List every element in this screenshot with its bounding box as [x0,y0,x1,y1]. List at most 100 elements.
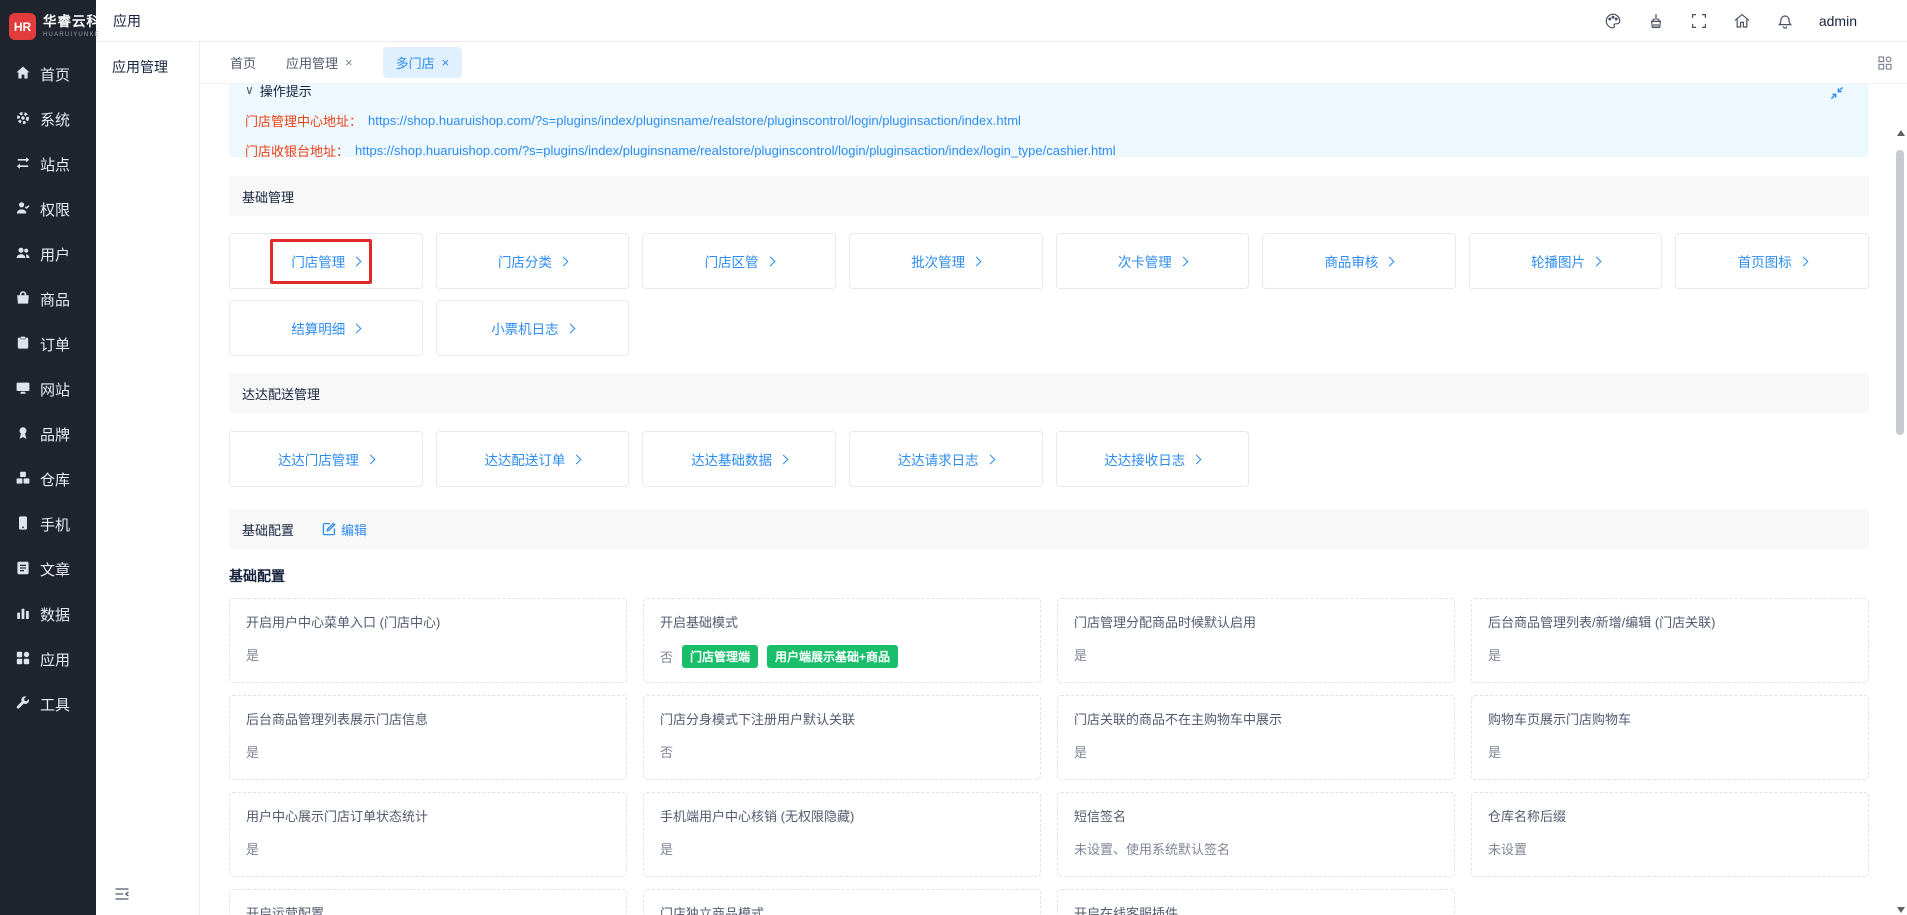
sidebar-item-label: 数据 [40,604,70,625]
sidebar-item-permission[interactable]: 权限 [0,187,96,232]
chevron-right-icon [352,323,362,333]
config-value: 否 [660,742,1024,761]
sidebar-item-data[interactable]: 数据 [0,592,96,637]
collapse-panel-icon[interactable] [1829,85,1845,101]
chevron-right-icon [352,256,362,266]
chevron-right-icon [985,454,995,464]
username[interactable]: admin [1819,13,1857,29]
sidebar-item-label: 订单 [40,334,70,355]
sidebar-item-site[interactable]: 站点 [0,142,96,187]
sidebar-item-website[interactable]: 网站 [0,367,96,412]
fullscreen-icon[interactable] [1690,12,1708,30]
config-label: 用户中心展示门店订单状态统计 [246,806,610,825]
cashier-url-link[interactable]: https://shop.huaruishop.com/?s=plugins/i… [355,143,1116,158]
chevron-right-icon [1192,454,1202,464]
tab-app-management[interactable]: 应用管理 × [286,53,353,72]
card-batch-management[interactable]: 批次管理 [849,233,1043,289]
sidebar-item-home[interactable]: 首页 [0,52,96,97]
tip-line-label: 门店收银台地址： [245,141,349,160]
sidebar-item-article[interactable]: 文章 [0,547,96,592]
card-label: 轮播图片 [1531,251,1585,271]
card-label: 达达配送订单 [484,449,565,469]
phone-icon [15,515,31,535]
card-store-district[interactable]: 门店区管 [642,233,836,289]
edit-pencil-icon [322,522,336,536]
card-carousel-images[interactable]: 轮播图片 [1469,233,1663,289]
clear-cache-icon[interactable] [1647,12,1665,30]
store-admin-url-link[interactable]: https://shop.huaruishop.com/?s=plugins/i… [368,113,1021,128]
sidebar-item-label: 首页 [40,64,70,85]
card-label: 商品审核 [1324,251,1378,271]
card-goods-audit[interactable]: 商品审核 [1262,233,1456,289]
basic-management-grid-row2: 结算明细 小票机日志 [229,300,1869,356]
scroll-down-arrow[interactable] [1897,907,1905,913]
sidebar-item-mobile[interactable]: 手机 [0,502,96,547]
card-label: 次卡管理 [1118,251,1172,271]
config-card: 购物车页展示门店购物车 是 [1471,695,1869,780]
brand-logo[interactable]: HR 华睿云科 HUARUIYUNKE [0,0,96,52]
config-value: 未设置 [1488,839,1852,858]
section-title: 基础管理 [242,187,294,206]
tip-line-label: 门店管理中心地址： [245,111,362,130]
sidebar-item-users[interactable]: 用户 [0,232,96,277]
tab-home[interactable]: 首页 [230,53,256,72]
card-store-management[interactable]: 门店管理 [229,233,423,289]
home-shortcut-icon[interactable] [1733,12,1751,30]
close-icon[interactable]: × [442,55,450,70]
card-times-card-management[interactable]: 次卡管理 [1056,233,1250,289]
caret-down-icon: ∨ [245,84,254,97]
close-icon[interactable]: × [345,55,353,70]
collapse-menu-icon[interactable] [113,885,131,903]
config-value: 是 [1488,645,1852,664]
tab-label: 多门店 [396,53,435,72]
card-label: 批次管理 [911,251,965,271]
card-home-icons[interactable]: 首页图标 [1675,233,1869,289]
card-dada-request-log[interactable]: 达达请求日志 [849,431,1043,487]
card-dada-store-management[interactable]: 达达门店管理 [229,431,423,487]
config-label: 开启在线客服插件 [1074,903,1438,915]
theme-palette-icon[interactable] [1604,12,1622,30]
submenu-item-app-management[interactable]: 应用管理 [96,42,199,92]
scrollbar-thumb[interactable] [1896,150,1904,435]
config-label: 开启运营配置 [246,903,610,915]
card-store-category[interactable]: 门店分类 [436,233,630,289]
card-settlement-detail[interactable]: 结算明细 [229,300,423,356]
notification-bell-icon[interactable] [1776,12,1794,30]
config-label: 开启用户中心菜单入口 (门店中心) [246,612,610,631]
sidebar-item-goods[interactable]: 商品 [0,277,96,322]
sidebar-item-system[interactable]: 系统 [0,97,96,142]
sidebar-item-label: 商品 [40,289,70,310]
edit-label: 编辑 [341,520,367,539]
vertical-scrollbar[interactable] [1894,84,1906,915]
card-dada-receive-log[interactable]: 达达接收日志 [1056,431,1250,487]
config-heading: 基础配置 [229,566,1869,586]
tip-line: 门店管理中心地址： https://shop.huaruishop.com/?s… [245,111,1853,130]
tab-options-grid-icon[interactable] [1877,55,1893,71]
card-dada-delivery-orders[interactable]: 达达配送订单 [436,431,630,487]
config-card: 门店分身模式下注册用户默认关联 否 [643,695,1041,780]
card-printer-log[interactable]: 小票机日志 [436,300,630,356]
apps-grid-icon [15,650,31,670]
card-label: 门店分类 [498,251,552,271]
bar-chart-icon [15,605,31,625]
config-card: 用户中心展示门店订单状态统计 是 [229,792,627,877]
sidebar-item-orders[interactable]: 订单 [0,322,96,367]
card-label: 门店管理 [291,251,345,271]
page-body: ∨ 操作提示 门店管理中心地址： https://shop.huaruishop… [200,84,1907,915]
tab-multi-store[interactable]: 多门店 × [383,47,463,78]
sidebar-item-warehouse[interactable]: 仓库 [0,457,96,502]
document-icon [15,560,31,580]
sidebar-item-apps[interactable]: 应用 [0,637,96,682]
edit-config-button[interactable]: 编辑 [322,520,367,539]
sidebar-item-tools[interactable]: 工具 [0,682,96,727]
main-sidebar: HR 华睿云科 HUARUIYUNKE 首页 系统 站点 权限 用户 [0,0,96,915]
card-label: 达达基础数据 [691,449,772,469]
card-label: 达达接收日志 [1104,449,1185,469]
scroll-up-arrow[interactable] [1897,130,1905,136]
config-card: 仓库名称后缀 未设置 [1471,792,1869,877]
tip-title-row[interactable]: ∨ 操作提示 [245,84,1853,100]
sidebar-item-brand[interactable]: 品牌 [0,412,96,457]
card-dada-base-data[interactable]: 达达基础数据 [642,431,836,487]
card-label: 达达门店管理 [278,449,359,469]
tab-label: 首页 [230,53,256,72]
